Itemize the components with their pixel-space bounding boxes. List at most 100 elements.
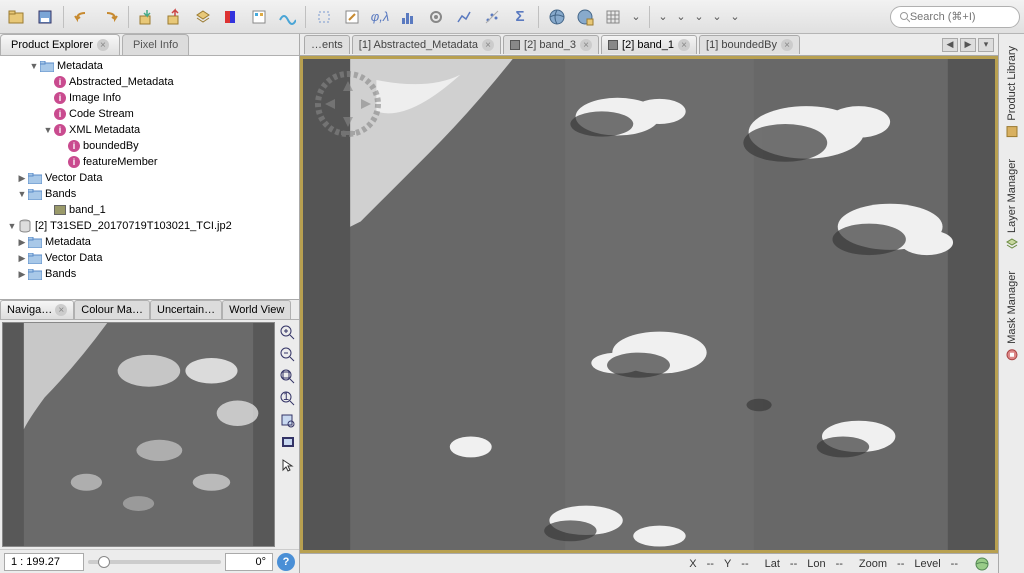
navigation-footer: 1 : 199.27 0° ? [0, 549, 299, 573]
folder-icon [28, 236, 42, 248]
status-label: Y [724, 558, 731, 570]
tree-node-metadata[interactable]: ▼Metadata [0, 58, 299, 74]
editor-tab-abstracted-metadata[interactable]: [1] Abstracted_Metadata× [352, 35, 501, 54]
zoom-area-icon[interactable] [279, 412, 297, 430]
tree-node-band1[interactable]: band_1 [0, 202, 299, 218]
editor-tab-band1[interactable]: [2] band_1× [601, 35, 697, 54]
import-icon[interactable] [134, 4, 160, 30]
editor-tab-ents[interactable]: …ents [304, 35, 350, 54]
folder-icon [40, 60, 54, 72]
phi-lambda-icon[interactable]: φ,λ [367, 4, 393, 30]
rail-product-library[interactable]: Product Library [1003, 40, 1021, 145]
navigation-tools: 1 [277, 320, 299, 549]
chart-icon[interactable] [451, 4, 477, 30]
gear-icon[interactable] [423, 4, 449, 30]
navigation-thumbnail[interactable] [2, 322, 275, 547]
close-icon[interactable]: × [97, 39, 109, 51]
zoom-out-icon[interactable] [279, 346, 297, 364]
editor-tab-nav: ◀ ▶ ▾ [942, 38, 998, 52]
tab-uncertainty[interactable]: Uncertain… [150, 300, 222, 319]
tab-colour-manipulation[interactable]: Colour Ma… [74, 300, 150, 319]
rail-label: Layer Manager [1006, 159, 1018, 233]
tree-node-bands[interactable]: ▼Bands [0, 186, 299, 202]
status-latlon: Lat -- Lon -- [765, 558, 843, 570]
dropdown-icon[interactable]: ⌄ [727, 5, 743, 29]
undo-icon[interactable] [69, 4, 95, 30]
color-icon[interactable] [218, 4, 244, 30]
zoom-fit-icon[interactable] [279, 368, 297, 386]
palette-icon[interactable] [246, 4, 272, 30]
status-label: Lat [765, 558, 780, 570]
tree-node-bands2[interactable]: ▶Bands [0, 266, 299, 282]
search-box[interactable] [890, 6, 1020, 28]
tree-node-product2[interactable]: ▼[2] T31SED_20170719T103021_TCI.jp2 [0, 218, 299, 234]
pan-compass-icon[interactable] [313, 69, 383, 139]
tab-pixel-info[interactable]: Pixel Info [122, 34, 189, 55]
edit-icon[interactable] [339, 4, 365, 30]
tree-node-metadata2[interactable]: ▶Metadata [0, 234, 299, 250]
close-icon[interactable]: × [580, 39, 592, 51]
dropdown-icon[interactable]: ⌄ [628, 5, 644, 29]
cursor-icon[interactable] [279, 456, 297, 474]
scroll-right-icon[interactable]: ▶ [960, 38, 976, 52]
tree-node-abstracted-metadata[interactable]: iAbstracted_Metadata [0, 74, 299, 90]
folder-icon [28, 188, 42, 200]
globe-icon[interactable] [544, 4, 570, 30]
editor-tab-band3[interactable]: [2] band_3× [503, 35, 599, 54]
editor-tab-boundedby[interactable]: [1] boundedBy× [699, 35, 800, 54]
tree-node-code-stream[interactable]: iCode Stream [0, 106, 299, 122]
tree-node-boundedby[interactable]: iboundedBy [0, 138, 299, 154]
dropdown-icon[interactable]: ⌄ [655, 5, 671, 29]
zoom-slider[interactable] [88, 560, 221, 564]
scroll-left-icon[interactable]: ◀ [942, 38, 958, 52]
tree-node-featuremember[interactable]: ifeatureMember [0, 154, 299, 170]
status-label: Zoom [859, 558, 887, 570]
histogram-icon[interactable] [395, 4, 421, 30]
help-icon[interactable]: ? [277, 553, 295, 571]
open-file-icon[interactable] [4, 4, 30, 30]
save-all-icon[interactable] [32, 4, 58, 30]
redo-icon[interactable] [97, 4, 123, 30]
sigma-icon[interactable]: Σ [507, 4, 533, 30]
rail-label: Product Library [1006, 46, 1018, 121]
tab-world-view[interactable]: World View [222, 300, 291, 319]
rail-mask-manager[interactable]: Mask Manager [1003, 265, 1021, 368]
globe-layers-icon[interactable] [572, 4, 598, 30]
sync-icon[interactable] [279, 434, 297, 452]
band-icon [54, 205, 66, 215]
crop-icon[interactable] [311, 4, 337, 30]
tree-node-vectordata2[interactable]: ▶Vector Data [0, 250, 299, 266]
rail-layer-manager[interactable]: Layer Manager [1003, 153, 1021, 257]
close-icon[interactable]: × [55, 304, 67, 316]
slider-thumb[interactable] [98, 556, 110, 568]
export-icon[interactable] [162, 4, 188, 30]
wave-icon[interactable] [274, 4, 300, 30]
zoom-actual-icon[interactable]: 1 [279, 390, 297, 408]
tree-node-vector-data[interactable]: ▶Vector Data [0, 170, 299, 186]
globe-status-icon[interactable] [974, 556, 990, 572]
tree-node-xml-metadata[interactable]: ▼iXML Metadata [0, 122, 299, 138]
tree-node-image-info[interactable]: iImage Info [0, 90, 299, 106]
tab-navigation[interactable]: Naviga…× [0, 300, 74, 319]
dropdown-icon[interactable]: ⌄ [691, 5, 707, 29]
tab-product-explorer[interactable]: Product Explorer× [0, 34, 120, 55]
close-icon[interactable]: × [781, 39, 793, 51]
grid-icon[interactable] [600, 4, 626, 30]
main-toolbar: φ,λ Σ ⌄ ⌄ ⌄ ⌄ ⌄ ⌄ [0, 0, 1024, 34]
product-tree[interactable]: ▼Metadata iAbstracted_Metadata iImage In… [0, 56, 299, 300]
dropdown-icon[interactable]: ⌄ [709, 5, 725, 29]
scatter-icon[interactable] [479, 4, 505, 30]
status-xy: X -- Y -- [689, 558, 748, 570]
status-value: -- [790, 558, 797, 570]
scale-input[interactable]: 1 : 199.27 [4, 553, 84, 571]
layer-icon[interactable] [190, 4, 216, 30]
search-input[interactable] [910, 11, 1011, 23]
close-icon[interactable]: × [482, 39, 494, 51]
zoom-in-icon[interactable] [279, 324, 297, 342]
image-view[interactable] [300, 56, 998, 553]
close-icon[interactable]: × [678, 39, 690, 51]
dropdown-icon[interactable]: ⌄ [673, 5, 689, 29]
tab-list-icon[interactable]: ▾ [978, 38, 994, 52]
band-swatch-icon [608, 40, 618, 50]
rotation-input[interactable]: 0° [225, 553, 273, 571]
